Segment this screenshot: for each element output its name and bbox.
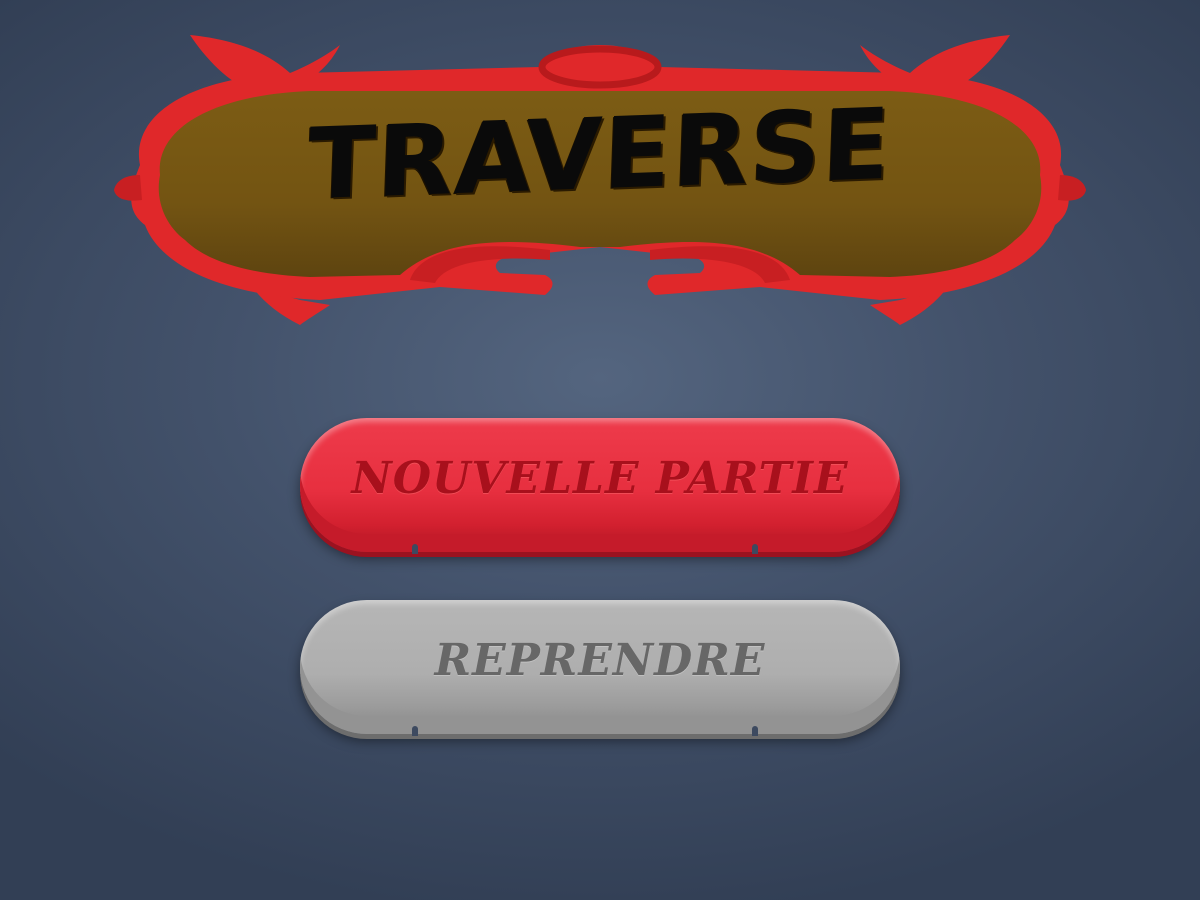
main-menu-screen: TRAVERSE NOUVELLE PARTIE REPRENDRE	[0, 0, 1200, 900]
button-notch-decoration	[412, 726, 418, 736]
button-notch-decoration	[752, 726, 758, 736]
game-title: TRAVERSE	[306, 87, 894, 223]
resume-button[interactable]: REPRENDRE	[300, 600, 900, 736]
button-notch-decoration	[412, 544, 418, 554]
resume-label: REPRENDRE	[434, 634, 766, 686]
new-game-button[interactable]: NOUVELLE PARTIE	[300, 418, 900, 554]
button-notch-decoration	[752, 544, 758, 554]
new-game-label: NOUVELLE PARTIE	[351, 452, 849, 504]
